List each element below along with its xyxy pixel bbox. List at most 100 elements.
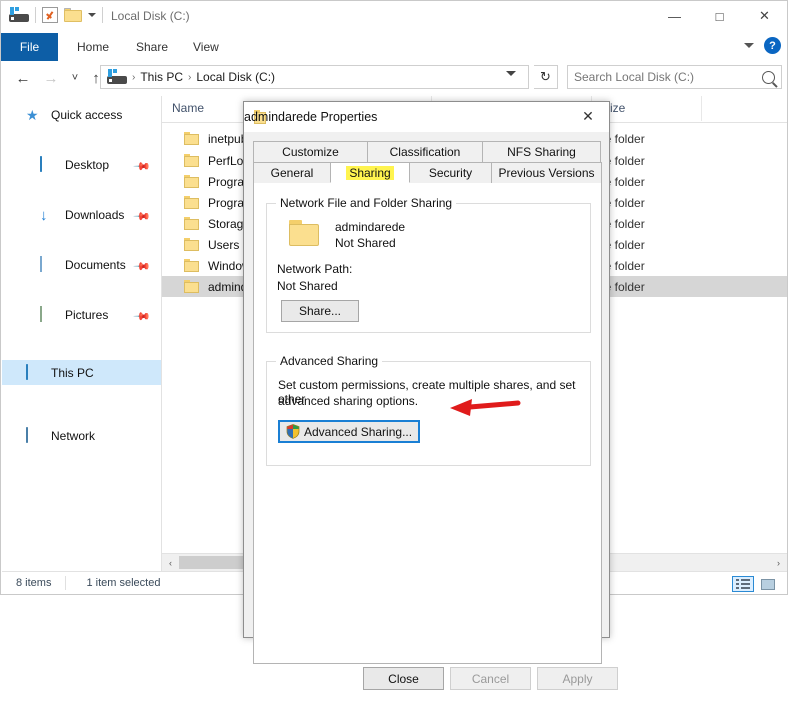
dialog-body: Network File and Folder Sharing admindar… — [253, 183, 602, 664]
toolbar-divider-2 — [102, 7, 103, 23]
ribbon-tab-share[interactable]: Share — [122, 33, 182, 61]
network-icon — [26, 426, 44, 444]
sidebar-item-this-pc[interactable]: This PC — [2, 360, 161, 385]
scroll-right-icon[interactable]: › — [770, 554, 787, 571]
folder-icon — [289, 220, 319, 246]
dialog-close-button[interactable]: ✕ — [567, 102, 609, 131]
window-controls: — □ ✕ — [652, 1, 787, 31]
network-sharing-group: Network File and Folder Sharing admindar… — [266, 196, 591, 333]
folder-icon — [184, 238, 199, 251]
folder-icon — [184, 259, 199, 272]
details-view-button[interactable] — [732, 576, 754, 592]
minimize-button[interactable]: — — [652, 1, 697, 31]
pin-icon-desktop[interactable]: 📌 — [133, 157, 152, 176]
forward-button[interactable]: → — [41, 68, 61, 88]
sidebar-label-network: Network — [51, 428, 96, 443]
advanced-sharing-description-line2: advanced sharing options. — [278, 394, 419, 408]
quick-access-toolbar — [9, 7, 103, 23]
sidebar-item-pictures[interactable]: Pictures 📌 — [2, 302, 161, 327]
large-icons-view-icon — [761, 578, 775, 590]
advanced-sharing-button-label: Advanced Sharing... — [304, 424, 413, 439]
help-icon[interactable]: ? — [764, 37, 781, 54]
pictures-icon — [40, 305, 58, 323]
back-button[interactable]: ← — [13, 68, 33, 88]
tab-customize[interactable]: Customize — [253, 141, 368, 162]
properties-icon[interactable] — [42, 7, 58, 23]
details-view-icon — [736, 579, 750, 589]
ribbon-right-controls: ? — [744, 37, 781, 54]
refresh-button[interactable]: ↻ — [534, 65, 558, 89]
share-button[interactable]: Share... — [281, 300, 359, 322]
dialog-title-bar: admindarede Properties ✕ — [244, 102, 609, 132]
customize-caret-icon[interactable] — [88, 13, 96, 17]
sidebar-label-desktop: Desktop — [65, 157, 110, 172]
new-folder-icon[interactable] — [64, 8, 82, 22]
tab-general[interactable]: General — [253, 162, 331, 183]
sidebar-item-desktop[interactable]: Desktop 📌 — [2, 152, 161, 177]
folder-icon — [184, 175, 199, 188]
tab-previous-versions[interactable]: Previous Versions — [491, 162, 602, 183]
status-selection: 1 item selected — [65, 576, 160, 590]
tab-sharing-label: Sharing — [346, 166, 394, 180]
folder-icon — [184, 217, 199, 230]
download-icon: ↓ — [40, 206, 48, 224]
folder-icon — [184, 196, 199, 209]
advanced-sharing-legend: Advanced Sharing — [276, 354, 383, 368]
address-drive-icon — [107, 69, 127, 85]
tab-sharing[interactable]: Sharing — [330, 162, 410, 183]
address-bar[interactable]: › This PC › Local Disk (C:) — [100, 65, 529, 89]
ribbon-tab-file[interactable]: File — [1, 33, 58, 61]
folder-icon — [184, 280, 199, 293]
title-bar: Local Disk (C:) — □ ✕ — [1, 1, 787, 33]
sidebar-label-downloads: Downloads — [65, 207, 125, 222]
status-item-count: 8 items — [16, 577, 52, 589]
shared-folder-status: Not Shared — [335, 236, 396, 250]
dialog-tab-strip: Customize Classification NFS Sharing Gen… — [253, 141, 602, 183]
maximize-button[interactable]: □ — [697, 1, 742, 31]
ribbon-tab-view[interactable]: View — [179, 33, 233, 61]
close-window-button[interactable]: ✕ — [742, 1, 787, 31]
recent-locations-button[interactable]: ˅ — [65, 68, 85, 88]
scroll-left-icon[interactable]: ‹ — [162, 554, 179, 571]
pin-icon-pictures[interactable]: 📌 — [133, 307, 152, 326]
tab-classification[interactable]: Classification — [367, 141, 483, 162]
network-path-value: Not Shared — [277, 279, 338, 293]
sidebar-item-downloads[interactable]: ↓ Downloads 📌 — [2, 202, 161, 227]
drive-icon[interactable] — [9, 7, 29, 23]
shared-folder-name: admindarede — [335, 220, 406, 234]
this-pc-icon — [26, 363, 44, 381]
network-path-label: Network Path: — [277, 262, 353, 276]
sidebar-label-pictures: Pictures — [65, 307, 109, 322]
ribbon-tab-home[interactable]: Home — [63, 33, 123, 61]
chevron-down-icon[interactable] — [744, 43, 754, 48]
address-dropdown-icon[interactable] — [506, 71, 516, 76]
properties-dialog: admindarede Properties ✕ Customize Class… — [243, 101, 618, 690]
navigation-pane: ★ Quick access Desktop 📌 ↓ Downloads 📌 D… — [2, 96, 162, 571]
dialog-tab-row-1: Customize Classification NFS Sharing — [253, 141, 602, 162]
toolbar-divider — [35, 7, 36, 23]
pin-icon-downloads[interactable]: 📌 — [133, 207, 152, 226]
uac-shield-icon — [286, 424, 300, 439]
red-arrow-annotation — [450, 399, 521, 416]
sidebar-label-documents: Documents — [65, 257, 126, 272]
sidebar-item-quick-access[interactable]: ★ Quick access — [2, 102, 161, 127]
large-icons-view-button[interactable] — [757, 576, 779, 592]
search-icon — [762, 70, 775, 84]
folder-icon — [184, 154, 199, 167]
search-box[interactable]: Search Local Disk (C:) — [567, 65, 782, 89]
breadcrumb-local-disk[interactable]: Local Disk (C:) — [192, 70, 279, 84]
search-input[interactable]: Search Local Disk (C:) — [574, 70, 694, 84]
pin-icon-documents[interactable]: 📌 — [133, 257, 152, 276]
sidebar-item-documents[interactable]: Documents 📌 — [2, 252, 161, 277]
sidebar-item-network[interactable]: Network — [2, 423, 161, 448]
advanced-sharing-button[interactable]: Advanced Sharing... — [278, 420, 420, 443]
star-icon: ★ — [26, 106, 39, 123]
breadcrumb-this-pc[interactable]: This PC — [136, 70, 187, 84]
close-button[interactable]: Close — [363, 667, 444, 690]
dialog-tab-row-2: General Sharing Security Previous Versio… — [253, 162, 602, 183]
tab-nfs-sharing[interactable]: NFS Sharing — [482, 141, 601, 162]
tab-security[interactable]: Security — [409, 162, 492, 183]
advanced-sharing-group: Advanced Sharing Set custom permissions,… — [266, 354, 591, 466]
desktop-icon — [40, 155, 58, 173]
network-sharing-legend: Network File and Folder Sharing — [276, 196, 457, 210]
